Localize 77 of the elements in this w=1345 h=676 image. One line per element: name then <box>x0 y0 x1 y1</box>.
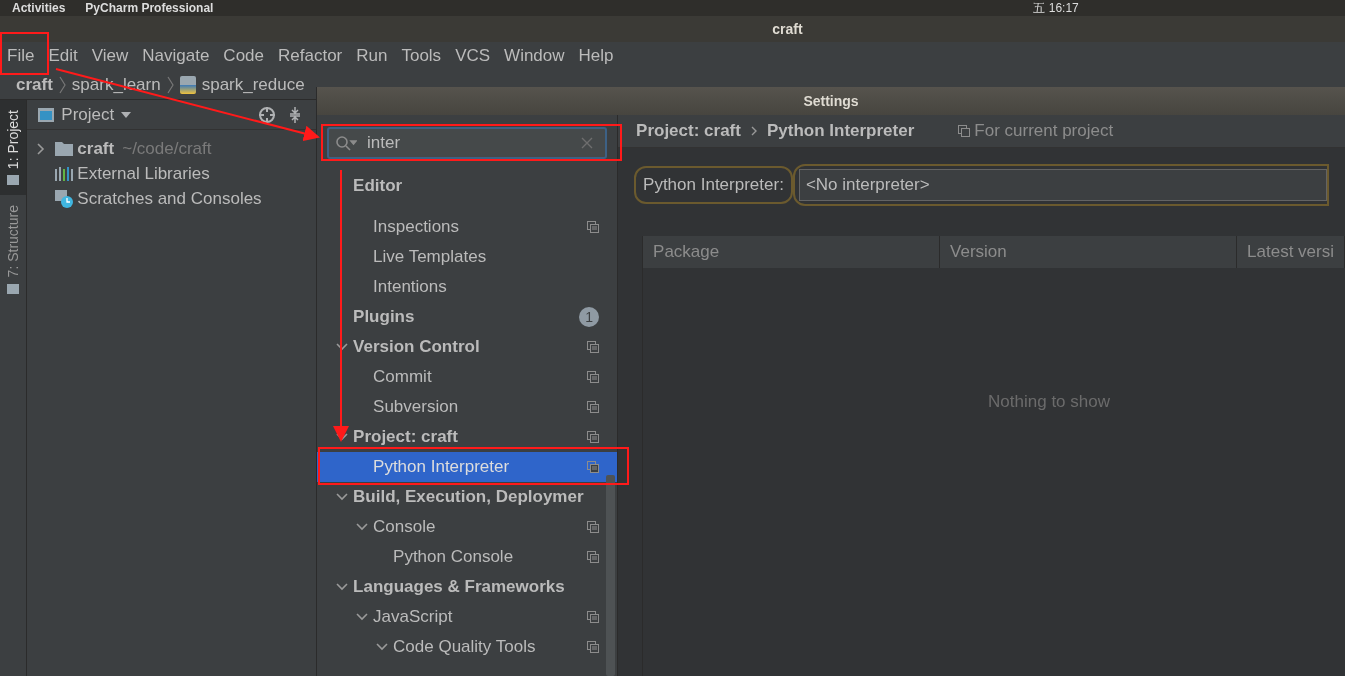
breadcrumb-item[interactable]: craft <box>16 71 53 98</box>
column-header[interactable]: Latest versi <box>1237 235 1345 268</box>
settings-tree-item[interactable]: Editor <box>317 171 618 201</box>
chevron-icon[interactable] <box>37 142 46 155</box>
menu-item[interactable]: Navigate <box>142 43 210 69</box>
tree-item[interactable]: craft <box>77 135 115 162</box>
chevron-icon[interactable] <box>336 583 349 591</box>
collapse-icon[interactable] <box>290 105 301 124</box>
settings-tree-item[interactable]: Plugins 1 <box>317 302 618 332</box>
chevron-icon <box>58 75 66 94</box>
breadcrumb-item: Project: craft <box>636 120 741 143</box>
search-icon <box>335 135 358 151</box>
folder-icon <box>55 141 74 156</box>
python-file-icon <box>179 75 196 94</box>
settings-tree-item[interactable]: Intentions <box>317 272 618 302</box>
menu-item[interactable]: Tools <box>401 43 442 69</box>
settings-tree-item[interactable]: Languages & Frameworks <box>317 572 618 602</box>
breadcrumb-item: Python Interpreter <box>766 120 915 143</box>
locate-icon[interactable] <box>258 105 277 124</box>
menu-item[interactable]: Edit <box>48 43 78 69</box>
column-header[interactable]: Version <box>940 235 1238 268</box>
tool-window-tab[interactable]: 7: Structure <box>0 195 27 304</box>
menu-item[interactable]: Refactor <box>278 43 343 69</box>
highlight-box <box>0 32 49 75</box>
settings-tree-item[interactable]: Project: craft <box>317 422 618 452</box>
dialog-title: Settings <box>803 91 859 111</box>
menu-item[interactable]: VCS <box>455 43 491 69</box>
tool-window-tab[interactable]: 1: Project <box>0 100 27 196</box>
settings-tree-item[interactable]: Python Interpreter <box>317 452 618 482</box>
structure-icon <box>7 283 20 294</box>
breadcrumb-item[interactable]: spark_reduce <box>201 71 305 98</box>
chevron-icon <box>750 126 757 136</box>
dropdown-icon[interactable] <box>120 110 133 119</box>
settings-tree-item[interactable]: Subversion <box>317 392 618 422</box>
settings-tree-item[interactable]: Code Quality Tools <box>317 632 618 662</box>
chevron-icon <box>166 75 174 94</box>
menu-item[interactable]: View <box>91 43 129 69</box>
chevron-icon[interactable] <box>376 643 389 651</box>
menu-item[interactable]: File <box>7 43 35 69</box>
scratches-icon <box>55 189 74 208</box>
window-icon <box>37 106 56 123</box>
window-title: craft <box>772 19 803 39</box>
path-text: ~/code/craft <box>122 137 212 160</box>
empty-message: Nothing to show <box>988 391 1110 413</box>
settings-tree-item[interactable]: Python Console <box>317 542 618 572</box>
settings-tree-item[interactable]: Console <box>317 512 618 542</box>
chevron-icon[interactable] <box>336 493 349 501</box>
chevron-icon[interactable] <box>356 613 369 621</box>
count-badge: 1 <box>579 307 600 327</box>
folder-icon <box>7 175 20 186</box>
scope-note: For current project <box>974 120 1114 143</box>
settings-tree-item[interactable]: Build, Execution, Deploymer <box>317 482 618 512</box>
app-menu-label[interactable]: PyCharm Professional <box>85 0 214 17</box>
tree-item[interactable]: Scratches and Consoles <box>77 185 262 212</box>
settings-tree-item[interactable]: Inspections <box>317 212 618 242</box>
menu-item[interactable]: Run <box>356 43 388 69</box>
settings-tree-item[interactable]: JavaScript <box>317 602 618 632</box>
clock-text: 五 16:17 <box>1033 0 1079 17</box>
settings-tree-item[interactable]: Version Control <box>317 332 618 362</box>
tree-item[interactable]: External Libraries <box>77 160 210 187</box>
interpreter-dropdown[interactable]: <No interpreter> <box>792 164 1329 206</box>
chevron-icon[interactable] <box>356 523 369 531</box>
column-header[interactable]: Package <box>643 235 941 268</box>
settings-tree-item[interactable]: Commit <box>317 362 618 392</box>
field-label: Python Interpreter: <box>634 166 793 204</box>
panel-title[interactable]: Project <box>61 101 115 128</box>
chevron-icon[interactable] <box>336 433 349 441</box>
settings-tree-item[interactable]: Live Templates <box>317 242 618 272</box>
menu-item[interactable]: Help <box>578 43 614 69</box>
chevron-icon[interactable] <box>336 343 349 351</box>
activities-label[interactable]: Activities <box>12 0 66 17</box>
menu-item[interactable]: Code <box>223 43 264 69</box>
copy-icon <box>958 125 971 137</box>
library-icon <box>55 166 74 181</box>
menu-item[interactable]: Window <box>504 43 565 69</box>
search-field[interactable]: inter <box>327 127 608 159</box>
scrollbar-thumb[interactable] <box>606 475 616 676</box>
